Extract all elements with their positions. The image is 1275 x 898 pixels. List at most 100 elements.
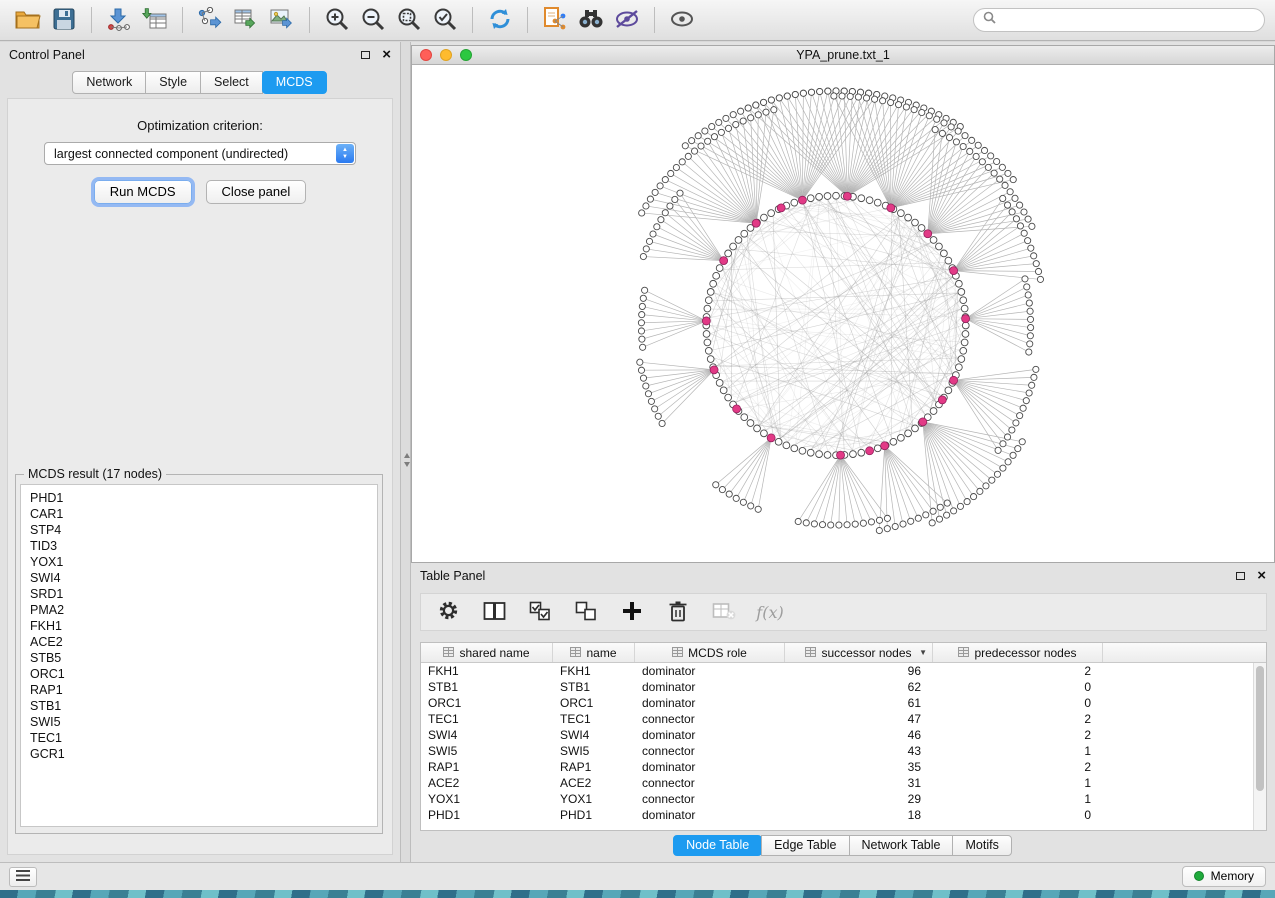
- column-header-successor-nodes[interactable]: successor nodes▼: [785, 643, 933, 662]
- cell-succ[interactable]: 18: [785, 807, 933, 823]
- cell-role[interactable]: connector: [635, 775, 785, 791]
- export-image-button[interactable]: [264, 3, 300, 37]
- cell-role[interactable]: connector: [635, 791, 785, 807]
- cell-shared_name[interactable]: PHD1: [421, 807, 553, 823]
- search-input[interactable]: [1002, 13, 1255, 27]
- tab-node-table[interactable]: Node Table: [673, 835, 762, 856]
- table-scrollbar[interactable]: [1253, 663, 1266, 830]
- mcds-result-item[interactable]: RAP1: [30, 682, 368, 698]
- cell-pred[interactable]: 2: [933, 711, 1103, 727]
- cell-role[interactable]: connector: [635, 743, 785, 759]
- memory-button[interactable]: Memory: [1182, 866, 1266, 887]
- close-table-panel-icon[interactable]: ×: [1257, 570, 1266, 582]
- mcds-result-item[interactable]: PHD1: [30, 490, 368, 506]
- tab-select[interactable]: Select: [200, 71, 263, 94]
- table-row[interactable]: RAP1RAP1dominator352: [421, 759, 1253, 775]
- cell-shared_name[interactable]: ACE2: [421, 775, 553, 791]
- criterion-dropdown[interactable]: largest connected component (undirected)…: [44, 142, 356, 165]
- cell-succ[interactable]: 46: [785, 727, 933, 743]
- cell-succ[interactable]: 62: [785, 679, 933, 695]
- cell-role[interactable]: dominator: [635, 695, 785, 711]
- cell-name[interactable]: FKH1: [553, 663, 635, 679]
- cell-name[interactable]: TEC1: [553, 711, 635, 727]
- cell-name[interactable]: PHD1: [553, 807, 635, 823]
- float-table-panel-icon[interactable]: [1236, 572, 1245, 580]
- share-document-button[interactable]: [537, 3, 573, 37]
- cell-succ[interactable]: 35: [785, 759, 933, 775]
- mcds-result-item[interactable]: SWI5: [30, 714, 368, 730]
- add-column-button[interactable]: [619, 598, 645, 626]
- open-file-button[interactable]: [10, 3, 46, 37]
- import-table-button[interactable]: [137, 3, 173, 37]
- cell-role[interactable]: dominator: [635, 727, 785, 743]
- mcds-result-item[interactable]: PMA2: [30, 602, 368, 618]
- scrollbar-thumb[interactable]: [1256, 666, 1264, 791]
- cell-succ[interactable]: 96: [785, 663, 933, 679]
- tab-edge-table[interactable]: Edge Table: [761, 835, 849, 856]
- cell-name[interactable]: RAP1: [553, 759, 635, 775]
- cell-role[interactable]: dominator: [635, 663, 785, 679]
- save-session-button[interactable]: [46, 3, 82, 37]
- mcds-result-item[interactable]: STB5: [30, 650, 368, 666]
- cell-succ[interactable]: 47: [785, 711, 933, 727]
- cell-pred[interactable]: 0: [933, 807, 1103, 823]
- cell-shared_name[interactable]: ORC1: [421, 695, 553, 711]
- mcds-result-item[interactable]: STP4: [30, 522, 368, 538]
- cell-succ[interactable]: 61: [785, 695, 933, 711]
- run-mcds-button[interactable]: Run MCDS: [94, 180, 192, 204]
- zoom-out-button[interactable]: [355, 3, 391, 37]
- column-header-MCDS-role[interactable]: MCDS role: [635, 643, 785, 662]
- first-neighbors-button[interactable]: [573, 3, 609, 37]
- cell-pred[interactable]: 0: [933, 695, 1103, 711]
- tab-style[interactable]: Style: [145, 71, 201, 94]
- table-row[interactable]: PHD1PHD1dominator180: [421, 807, 1253, 823]
- cell-role[interactable]: connector: [635, 711, 785, 727]
- column-header-name[interactable]: name: [553, 643, 635, 662]
- table-row[interactable]: SWI5SWI5connector431: [421, 743, 1253, 759]
- status-menu-button[interactable]: [9, 867, 37, 887]
- split-divider[interactable]: [400, 42, 411, 862]
- mcds-result-item[interactable]: SWI4: [30, 570, 368, 586]
- export-network-button[interactable]: [192, 3, 228, 37]
- table-row[interactable]: STB1STB1dominator620: [421, 679, 1253, 695]
- cell-role[interactable]: dominator: [635, 679, 785, 695]
- cell-shared_name[interactable]: TEC1: [421, 711, 553, 727]
- mcds-result-item[interactable]: FKH1: [30, 618, 368, 634]
- apply-layout-button[interactable]: [482, 3, 518, 37]
- zoom-selected-button[interactable]: [427, 3, 463, 37]
- close-panel-button[interactable]: Close panel: [206, 180, 307, 204]
- zoom-in-button[interactable]: [319, 3, 355, 37]
- deselect-all-rows-button[interactable]: [573, 598, 599, 626]
- column-header-predecessor-nodes[interactable]: predecessor nodes: [933, 643, 1103, 662]
- mcds-result-item[interactable]: STB1: [30, 698, 368, 714]
- cell-pred[interactable]: 1: [933, 743, 1103, 759]
- mcds-result-item[interactable]: CAR1: [30, 506, 368, 522]
- table-row[interactable]: FKH1FKH1dominator962: [421, 663, 1253, 679]
- float-panel-icon[interactable]: [361, 51, 370, 59]
- mcds-result-item[interactable]: TEC1: [30, 730, 368, 746]
- toggle-columns-button[interactable]: [481, 598, 507, 626]
- delete-column-button[interactable]: [665, 598, 691, 626]
- cell-shared_name[interactable]: RAP1: [421, 759, 553, 775]
- cell-pred[interactable]: 2: [933, 727, 1103, 743]
- tab-network[interactable]: Network: [72, 71, 146, 94]
- cell-name[interactable]: STB1: [553, 679, 635, 695]
- sort-arrow-icon[interactable]: ▼: [919, 648, 927, 657]
- table-row[interactable]: TEC1TEC1connector472: [421, 711, 1253, 727]
- mcds-result-item[interactable]: ORC1: [30, 666, 368, 682]
- cell-shared_name[interactable]: STB1: [421, 679, 553, 695]
- select-all-rows-button[interactable]: [527, 598, 553, 626]
- function-builder-button[interactable]: f(x): [757, 598, 783, 626]
- mcds-result-list[interactable]: PHD1CAR1STP4TID3YOX1SWI4SRD1PMA2FKH1ACE2…: [20, 484, 378, 827]
- import-network-button[interactable]: [101, 3, 137, 37]
- mcds-result-item[interactable]: GCR1: [30, 746, 368, 762]
- cell-pred[interactable]: 1: [933, 775, 1103, 791]
- table-row[interactable]: SWI4SWI4dominator462: [421, 727, 1253, 743]
- cell-name[interactable]: ACE2: [553, 775, 635, 791]
- tab-network-table[interactable]: Network Table: [849, 835, 954, 856]
- export-table-button[interactable]: [228, 3, 264, 37]
- cell-role[interactable]: dominator: [635, 759, 785, 775]
- cell-pred[interactable]: 1: [933, 791, 1103, 807]
- cell-name[interactable]: SWI4: [553, 727, 635, 743]
- delete-table-button[interactable]: [711, 598, 737, 626]
